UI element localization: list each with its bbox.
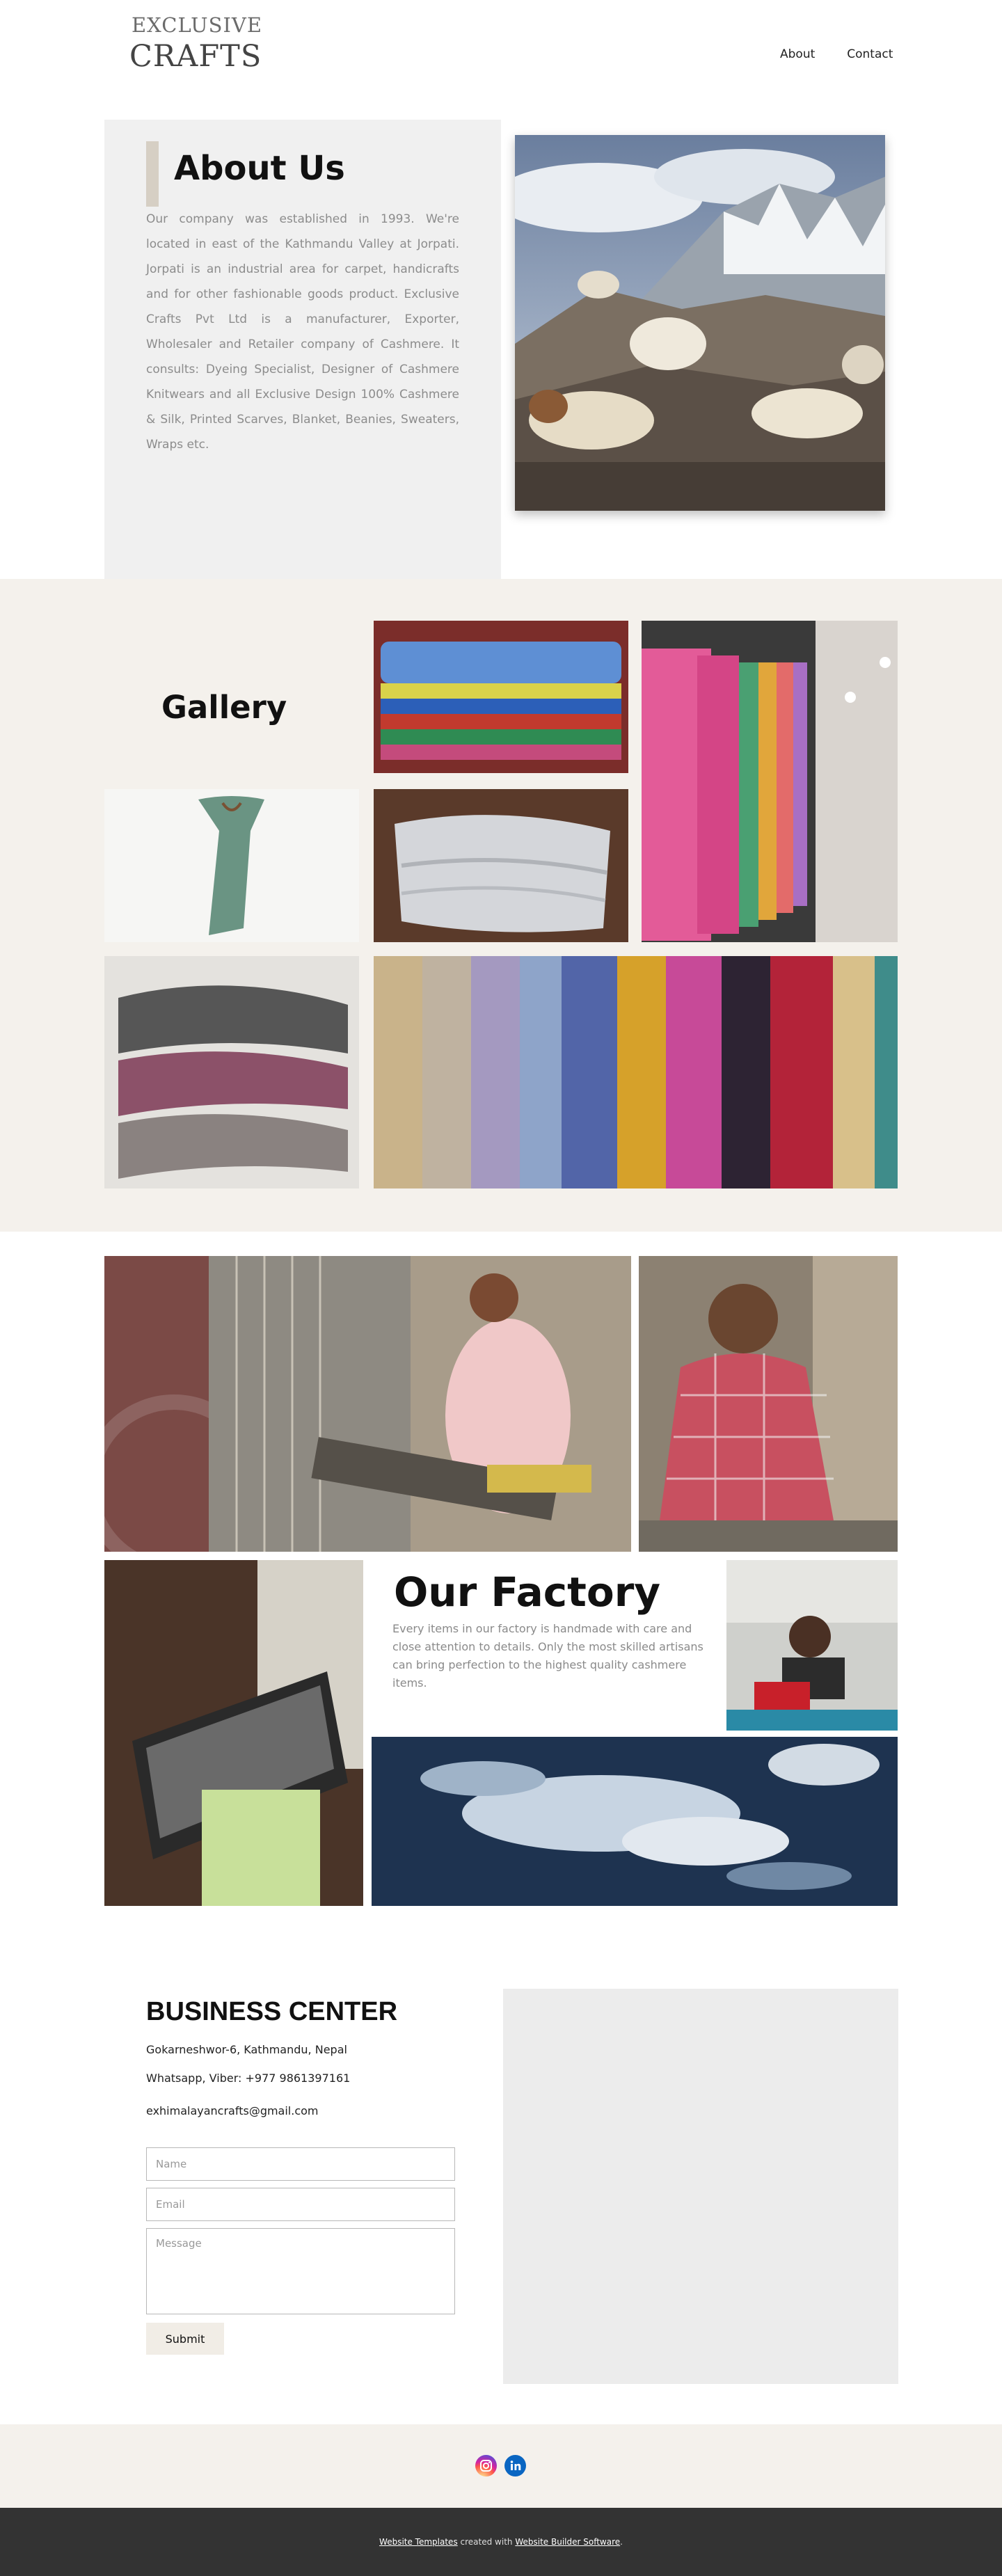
instagram-icon[interactable] (475, 2455, 497, 2476)
about-title: About Us (174, 149, 345, 188)
message-field[interactable]: Message (146, 2228, 455, 2314)
nav-about-link[interactable]: About (780, 47, 815, 61)
business-address: Gokarneshwor-6, Kathmandu, Nepal (146, 2043, 347, 2056)
factory-image-knitting-machine[interactable] (104, 1560, 363, 1906)
nav-contact-link[interactable]: Contact (847, 47, 893, 61)
about-text: Our company was established in 1993. We'… (146, 212, 459, 452)
linkedin-icon[interactable] (504, 2455, 526, 2476)
footer-link-templates[interactable]: Website Templates (379, 2537, 458, 2547)
name-field[interactable]: Name (146, 2147, 455, 2181)
submit-button[interactable]: Submit (146, 2323, 224, 2355)
social-section (0, 2424, 1002, 2508)
gallery-image-folded-beanies[interactable] (374, 621, 628, 773)
gallery-image-colorful-scarves[interactable] (374, 956, 898, 1188)
main-nav: About Contact (780, 47, 893, 61)
footer-text-middle: created with (457, 2537, 516, 2547)
gallery-title: Gallery (161, 689, 287, 726)
logo-line-1: EXCLUSIVE (132, 13, 263, 37)
about-accent-bar (146, 141, 159, 207)
business-phone: Whatsapp, Viber: +977 9861397161 (146, 2072, 351, 2085)
footer-text-end: . (620, 2537, 623, 2547)
email-field[interactable]: Email (146, 2188, 455, 2221)
footer-link-builder[interactable]: Website Builder Software (515, 2537, 620, 2547)
business-email[interactable]: exhimalayancrafts@gmail.com (146, 2104, 319, 2117)
logo-line-2: CRAFTS (129, 39, 262, 74)
factory-image-artisan-sitting[interactable] (639, 1256, 898, 1552)
footer-credit: Website Templates created with Website B… (0, 2537, 1002, 2547)
header: EXCLUSIVE CRAFTS About Contact (0, 0, 1002, 104)
gallery-image-grey-blanket[interactable] (374, 789, 628, 942)
factory-image-spinning-artisan[interactable] (726, 1560, 898, 1731)
factory-title: Our Factory (394, 1568, 661, 1616)
business-title: BUSINESS CENTER (146, 1997, 398, 2026)
factory-image-loom-weaver[interactable] (104, 1256, 631, 1552)
gallery-image-green-scarf[interactable] (104, 789, 359, 942)
page: EXCLUSIVE CRAFTS About Contact About Us … (0, 0, 1002, 2576)
map-placeholder[interactable] (503, 1989, 898, 2384)
gallery-image-herringbone-throws[interactable] (104, 956, 359, 1188)
gallery-image-cardigans-rack[interactable] (642, 621, 898, 942)
site-logo[interactable]: EXCLUSIVE CRAFTS (129, 11, 262, 74)
factory-image-dye-water[interactable] (372, 1737, 898, 1906)
factory-text: Every items in our factory is handmade w… (392, 1622, 703, 1689)
goats-mountain-photo (515, 135, 885, 511)
